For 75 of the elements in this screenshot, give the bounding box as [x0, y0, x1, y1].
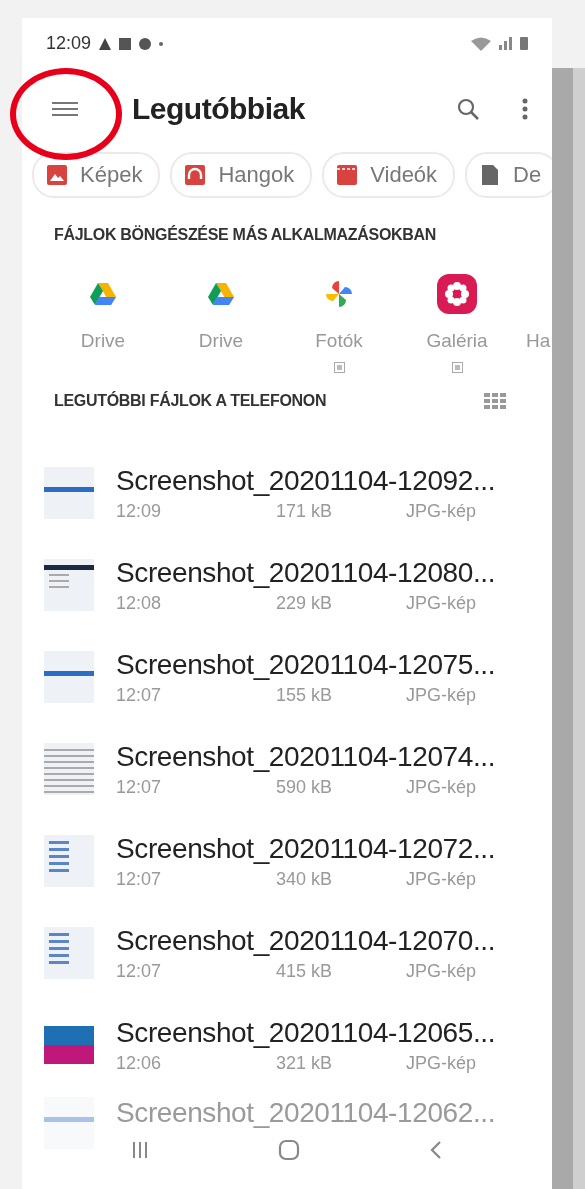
signal-icon: [499, 37, 512, 51]
file-type: JPG-kép: [406, 960, 477, 982]
image-thumbnail: [44, 651, 94, 703]
category-icon: [336, 163, 359, 186]
app-shortcut[interactable]: Fotók: [280, 273, 398, 384]
file-row[interactable]: Screenshot_20201104-12070... 12:07 415 kB JPG-kép: [22, 907, 552, 999]
category-chip[interactable]: Hangok: [170, 151, 313, 198]
category-chip[interactable]: Videók: [322, 151, 456, 198]
app-shortcut[interactable]: Galéria: [398, 273, 516, 384]
file-size: 590 kB: [276, 776, 334, 798]
search-icon: [456, 96, 480, 121]
file-time: 12:07: [116, 868, 163, 890]
back-icon[interactable]: [430, 1140, 442, 1160]
file-time: 12:06: [116, 1052, 163, 1074]
category-icon: [184, 163, 207, 186]
app-shortcut[interactable]: Ha: [516, 273, 551, 384]
image-thumbnail: [44, 743, 94, 795]
menu-icon: [52, 100, 78, 117]
category-chip[interactable]: De: [465, 151, 552, 198]
battery-icon: [520, 37, 528, 51]
file-time: 12:09: [116, 500, 163, 522]
file-name: Screenshot_20201104-12065...: [116, 1016, 497, 1049]
image-icon: [119, 37, 132, 50]
flower-icon: [437, 273, 477, 314]
file-time: 12:08: [116, 592, 163, 614]
file-type: JPG-kép: [406, 776, 477, 798]
status-time: 12:09: [46, 33, 92, 55]
image-thumbnail: [44, 559, 94, 611]
file-name: Screenshot_20201104-12092...: [116, 464, 497, 497]
category-icon: [46, 163, 68, 186]
file-name: Screenshot_20201104-12080...: [116, 556, 497, 589]
warning-icon: [99, 37, 112, 50]
file-row[interactable]: Screenshot_20201104-12080... 12:08 229 kB JPG-kép: [22, 539, 552, 631]
file-type: JPG-kép: [406, 684, 477, 706]
app-shortcut[interactable]: Drive: [44, 273, 162, 384]
wifi-icon: [471, 36, 491, 51]
file-name: Screenshot_20201104-12074...: [116, 740, 497, 773]
file-size: 340 kB: [276, 868, 334, 890]
file-row[interactable]: Screenshot_20201104-12065... 12:06 321 kB JPG-kép: [22, 999, 552, 1091]
file-size: 415 kB: [276, 960, 334, 982]
file-row[interactable]: Screenshot_20201104-12075... 12:07 155 kB JPG-kép: [22, 631, 552, 723]
more-options-icon: [522, 97, 528, 120]
file-type: JPG-kép: [406, 868, 477, 890]
file-size: 321 kB: [276, 1052, 334, 1074]
section-heading: LEGUTÓBBI FÁJLOK A TELEFONON: [54, 392, 327, 411]
dot-icon: [159, 41, 164, 46]
file-name: Screenshot_20201104-12062...: [116, 1097, 496, 1129]
category-chip[interactable]: Képek: [32, 151, 161, 198]
home-icon[interactable]: [278, 1139, 300, 1161]
grid-icon: [484, 393, 506, 410]
file-row[interactable]: Screenshot_20201104-12072... 12:07 340 kB JPG-kép: [22, 815, 552, 907]
file-name: Screenshot_20201104-12075...: [116, 648, 497, 681]
file-row[interactable]: Screenshot_20201104-12074... 12:07 590 kB JPG-kép: [22, 723, 552, 815]
file-row[interactable]: Screenshot_20201104-12092... 12:09 171 kB JPG-kép: [22, 447, 552, 539]
file-time: 12:07: [116, 960, 163, 982]
recent-apps-icon[interactable]: [132, 1141, 148, 1159]
image-thumbnail: [44, 467, 94, 519]
file-name: Screenshot_20201104-12070...: [116, 924, 497, 957]
file-name: Screenshot_20201104-12072...: [116, 832, 497, 865]
app-shortcut[interactable]: Drive: [162, 273, 280, 384]
file-type: JPG-kép: [406, 592, 477, 614]
file-time: 12:07: [116, 776, 163, 798]
file-type: JPG-kép: [406, 500, 477, 522]
image-thumbnail: [44, 1097, 94, 1149]
file-type: JPG-kép: [406, 1052, 477, 1074]
page-title: Legutóbbiak: [132, 91, 306, 126]
file-size: 155 kB: [276, 684, 334, 706]
file-size: 229 kB: [276, 592, 334, 614]
section-heading: FÁJLOK BÖNGÉSZÉSE MÁS ALKALMAZÁSOKBAN: [53, 224, 438, 244]
image-thumbnail: [44, 1026, 94, 1064]
circle-icon: [139, 37, 152, 50]
image-thumbnail: [44, 927, 94, 979]
file-time: 12:07: [116, 684, 163, 706]
image-thumbnail: [44, 835, 94, 887]
file-size: 171 kB: [276, 500, 334, 522]
